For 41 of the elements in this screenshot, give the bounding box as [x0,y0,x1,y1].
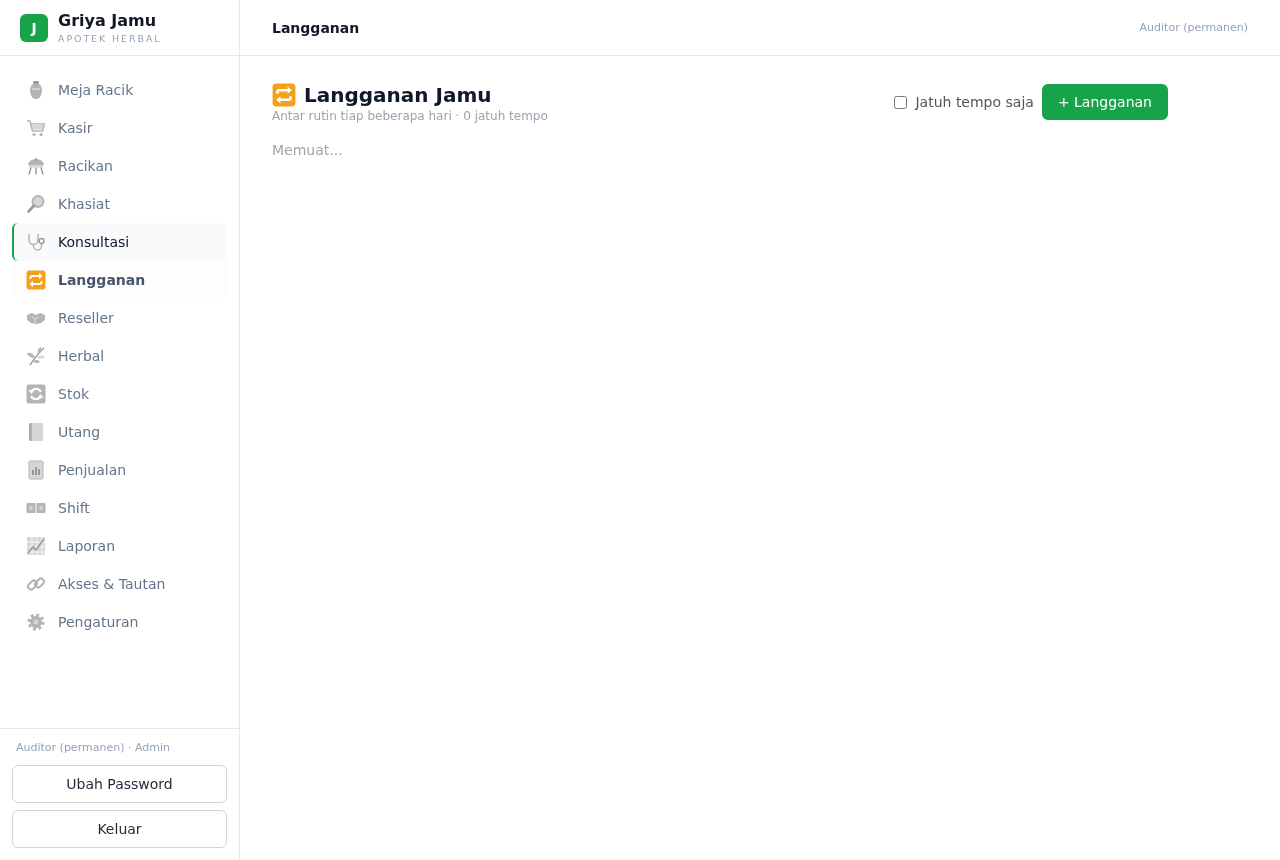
sidebar-item[interactable]: Kasir [12,109,227,147]
sidebar-item[interactable]: Racikan [12,147,227,185]
arrows-icon [26,384,46,404]
sidebar-item[interactable]: Penjualan [12,451,227,489]
user-role-caption: Auditor (permanen) · Admin [15,741,171,755]
magnifier-icon [26,194,46,214]
chart-document-icon [26,460,46,480]
sidebar-item[interactable]: Utang [12,413,227,451]
sidebar-item[interactable]: Pengaturan [12,603,227,641]
sidebar-item[interactable]: Khasiat [12,185,227,223]
brand-tagline: APOTEK HERBAL [58,31,162,45]
sidebar-item[interactable]: Reseller [12,299,227,337]
sidebar-item[interactable]: Shift [12,489,227,527]
sidebar-item[interactable]: Laporan [12,527,227,565]
user-label: Auditor (permanen) [1139,21,1248,34]
cart-icon [26,118,46,138]
add-subscription-button[interactable]: + Langganan [1041,84,1168,120]
link-icon [26,574,46,594]
repeat-icon [26,270,46,290]
line-chart-icon [26,536,46,556]
sidebar-item[interactable]: Herbal [12,337,227,375]
change-password-button[interactable]: Ubah Password [12,765,227,803]
stethoscope-icon [26,232,46,252]
checkbox[interactable] [894,95,908,109]
grill-icon [26,156,46,176]
repeat-icon [272,83,296,107]
checkbox-label[interactable]: Jatuh tempo saja [915,94,1034,110]
logo: J [20,13,48,42]
sidebar-item[interactable]: Meja Racik [12,71,227,109]
sidebar-item[interactable]: Stok [12,375,227,413]
sidebar-item[interactable]: Konsultasi [12,223,227,261]
notebook-icon [26,422,46,442]
page-title: Langganan Jamu [304,84,492,106]
loading-text: Memuat... [272,141,344,160]
leaf-icon [26,346,46,366]
page-subtitle: Antar rutin tiap beberapa hari · 0 jatuh tempo [272,108,548,124]
logout-button[interactable]: Keluar [12,810,227,848]
brand-name: Griya Jamu [58,10,158,30]
page-heading: Langganan [272,19,360,36]
settings-icon [26,612,46,632]
sidebar-item[interactable]: Akses & Tautan [12,565,227,603]
